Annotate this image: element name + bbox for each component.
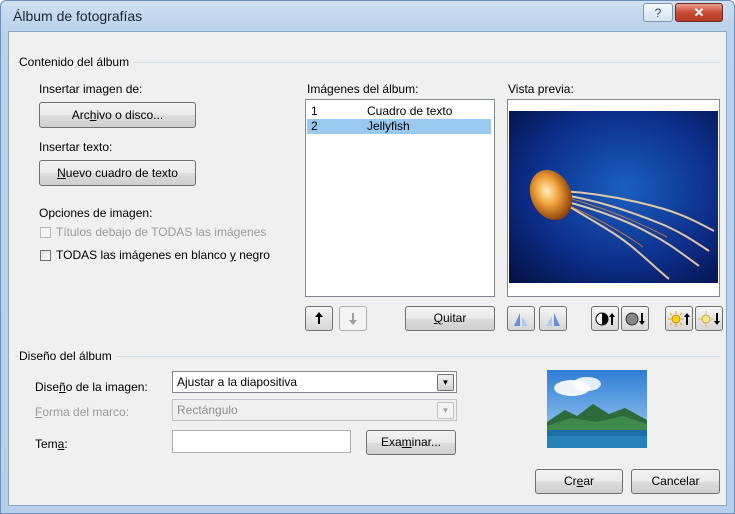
rotate-left-button[interactable] <box>507 306 535 331</box>
group-divider <box>15 356 720 357</box>
list-item-name: Jellyfish <box>367 119 410 133</box>
title-bar[interactable]: Álbum de fotografías ? ✕ <box>1 1 734 31</box>
dialog-body: Contenido del álbum Insertar imagen de: … <box>8 31 727 506</box>
cancel-button[interactable]: Cancelar <box>631 469 720 494</box>
picture-layout-select[interactable]: Ajustar a la diapositiva ▼ <box>172 371 457 393</box>
frame-shape-value: Rectángulo <box>177 403 238 417</box>
move-up-button[interactable] <box>305 306 333 331</box>
chevron-down-icon[interactable]: ▼ <box>437 374 454 391</box>
preview-label: Vista previa: <box>508 82 574 96</box>
list-item[interactable]: 2 Jellyfish <box>307 119 491 134</box>
new-textbox-post: uevo cuadro de texto <box>65 166 178 180</box>
brightness-down-button[interactable] <box>695 306 723 331</box>
frame-shape-label: Forma del marco: <box>35 405 129 419</box>
jellyfish-preview-image <box>509 111 718 283</box>
remove-button[interactable]: Quitar <box>405 306 495 331</box>
browse-pre: Exa <box>380 435 402 449</box>
insert-image-label: Insertar imagen de: <box>39 82 143 96</box>
bw-post: negro <box>235 248 270 262</box>
close-icon[interactable]: ✕ <box>675 3 723 22</box>
new-textbox-access-key: N <box>57 166 66 180</box>
album-images-label: Imágenes del álbum: <box>307 82 418 96</box>
arrow-down-icon <box>349 313 357 325</box>
insert-text-label: Insertar texto: <box>39 140 113 154</box>
file-button-post: ivo o disco... <box>96 108 164 122</box>
theme-label: Tema: <box>35 437 68 451</box>
move-down-button[interactable] <box>339 306 367 331</box>
frame-shape-post: orma del marco: <box>42 405 130 419</box>
frame-shape-select[interactable]: Rectángulo ▼ <box>172 399 457 421</box>
theme-post: : <box>64 437 68 451</box>
file-or-disk-button[interactable]: Archivo o disco... <box>39 102 196 128</box>
list-item-name: Cuadro de texto <box>367 104 453 118</box>
bw-pre: TODAS las imágenes en blanco <box>56 248 230 262</box>
list-item[interactable]: 1 Cuadro de texto <box>307 104 491 119</box>
contrast-up-button[interactable] <box>591 306 619 331</box>
browse-button[interactable]: Examinar... <box>366 430 456 455</box>
album-images-post: enes del álbum: <box>333 82 419 96</box>
contrast-down-button[interactable] <box>621 306 649 331</box>
brightness-down-icon <box>698 311 720 327</box>
layout-preview-image <box>547 370 647 448</box>
file-button-pre: Arc <box>71 108 90 122</box>
album-images-access-key: g <box>327 82 334 96</box>
picture-layout-access-key: ñ <box>59 380 66 394</box>
list-item-number: 2 <box>311 119 318 133</box>
rotate-right-button[interactable] <box>539 306 567 331</box>
captions-option-label: Títulos debajo de TODAS las imágenes <box>56 225 267 239</box>
rotate-right-icon <box>546 313 560 326</box>
image-options-label: Opciones de imagen: <box>39 206 153 220</box>
black-and-white-checkbox[interactable] <box>40 250 51 261</box>
album-images-list[interactable]: 1 Cuadro de texto 2 Jellyfish <box>305 99 495 297</box>
arrow-up-icon <box>315 312 323 324</box>
help-icon[interactable]: ? <box>643 3 673 22</box>
browse-access-key: m <box>401 435 412 449</box>
create-button[interactable]: Crear <box>535 469 623 494</box>
album-images-pre: Imá <box>307 82 328 96</box>
dialog-window: Álbum de fotografías ? ✕ Contenido del á… <box>0 0 735 514</box>
captions-checkbox[interactable] <box>40 227 51 238</box>
picture-layout-post: o de la imagen: <box>65 380 148 394</box>
picture-layout-value: Ajustar a la diapositiva <box>177 375 298 389</box>
browse-post: inar... <box>411 435 442 449</box>
list-item-number: 1 <box>311 104 318 118</box>
picture-layout-pre: Dise <box>35 380 60 394</box>
album-content-group-label: Contenido del álbum <box>19 55 134 69</box>
chevron-down-icon[interactable]: ▼ <box>437 402 454 419</box>
create-post: ar <box>583 474 595 488</box>
rotate-left-icon <box>514 313 528 326</box>
remove-post: uitar <box>443 311 467 325</box>
theme-input[interactable] <box>172 430 351 453</box>
preview-frame <box>507 99 720 297</box>
picture-layout-label: Diseño de la imagen: <box>35 380 148 394</box>
contrast-up-icon <box>595 312 615 326</box>
remove-access-key: Q <box>433 311 443 325</box>
brightness-up-button[interactable] <box>665 306 693 331</box>
black-and-white-label: TODAS las imágenes en blanco y negro <box>56 248 270 262</box>
album-layout-group-label: Diseño del álbum <box>19 349 116 363</box>
theme-pre: Tem <box>35 437 58 451</box>
window-title: Álbum de fotografías <box>13 8 143 24</box>
contrast-down-icon <box>625 312 645 326</box>
new-text-box-button[interactable]: Nuevo cuadro de texto <box>39 160 196 186</box>
create-pre: Cr <box>563 474 577 488</box>
brightness-up-icon <box>668 311 690 327</box>
